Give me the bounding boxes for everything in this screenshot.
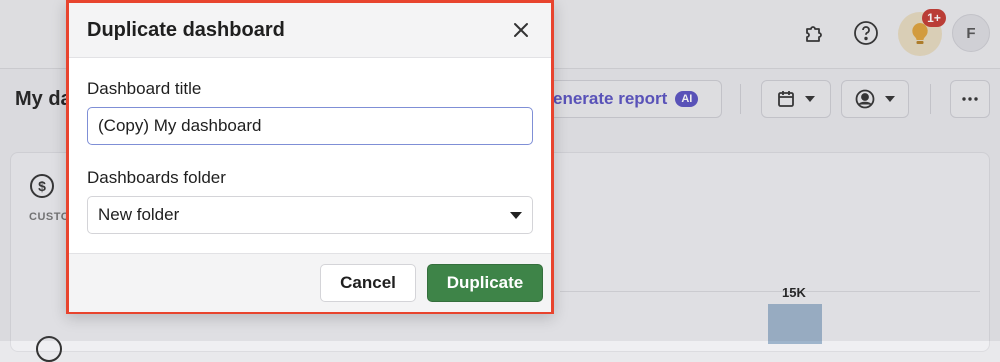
cancel-button[interactable]: Cancel	[320, 264, 416, 302]
dashboard-title-input[interactable]	[87, 107, 533, 145]
duplicate-dashboard-dialog: Duplicate dashboard Dashboard title Dash…	[66, 0, 554, 314]
dialog-footer: Cancel Duplicate	[69, 253, 551, 312]
folder-selected-value: New folder	[98, 205, 180, 224]
caret-down-icon	[510, 211, 522, 219]
duplicate-button[interactable]: Duplicate	[427, 264, 543, 302]
close-icon	[514, 23, 528, 37]
dashboards-folder-select[interactable]: New folder	[87, 196, 533, 234]
close-button[interactable]	[507, 16, 535, 44]
dashboard-title-label: Dashboard title	[87, 79, 202, 98]
dialog-header: Duplicate dashboard	[69, 3, 551, 58]
dashboards-folder-label: Dashboards folder	[87, 168, 226, 187]
dialog-title: Duplicate dashboard	[87, 19, 285, 41]
